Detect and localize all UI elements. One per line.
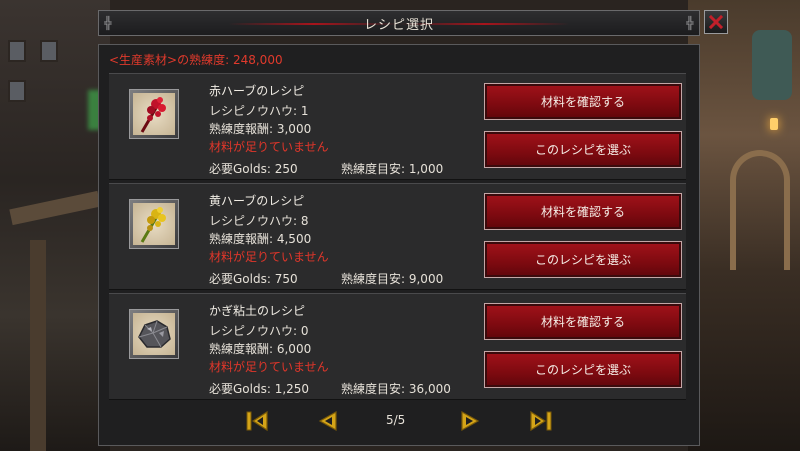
proficiency-label: <生産素材>の熟練度: 248,000 — [109, 53, 283, 67]
corner-ornament-icon: ╬ — [104, 16, 112, 30]
page-indicator: 5/5 — [386, 413, 406, 427]
prev-page-icon — [318, 410, 337, 432]
yellow-herb-icon — [140, 207, 166, 243]
next-page-icon — [461, 410, 480, 432]
red-herb-icon — [140, 97, 166, 133]
recipe-row-red-herb: 赤ハーブのレシピ レシピノウハウ: 1 熟練度報酬: 3,000 材料が足りてい… — [109, 73, 686, 180]
select-recipe-button[interactable]: このレシピを選ぶ — [484, 241, 682, 278]
recipe-golds: 必要Golds: 250 — [209, 162, 298, 176]
background-right-building — [688, 0, 800, 451]
clay-ore-icon — [138, 320, 171, 348]
next-page-button[interactable] — [456, 409, 484, 433]
recipe-row-clay: かぎ粘土のレシピ レシピノウハウ: 0 熟練度報酬: 6,000 材料が足りてい… — [109, 293, 686, 400]
recipe-knowhow: レシピノウハウ: 0 — [209, 324, 309, 338]
recipe-guide: 熟練度目安: 9,000 — [341, 272, 444, 286]
wooden-beam-decoration — [9, 190, 101, 226]
corner-ornament-icon: ╬ — [686, 16, 694, 30]
recipe-reward: 熟練度報酬: 6,000 — [209, 342, 312, 356]
icon-background — [133, 313, 175, 355]
first-page-button[interactable] — [244, 409, 272, 433]
recipe-guide: 熟練度目安: 36,000 — [341, 382, 451, 396]
confirm-materials-button[interactable]: 材料を確認する — [484, 83, 682, 120]
confirm-materials-button[interactable]: 材料を確認する — [484, 193, 682, 230]
recipe-golds: 必要Golds: 750 — [209, 272, 298, 286]
close-button[interactable] — [704, 10, 728, 34]
first-page-icon — [246, 410, 268, 432]
window-decoration — [40, 40, 58, 62]
wooden-post-decoration — [30, 240, 46, 451]
background-left-building — [0, 0, 110, 451]
recipe-golds: 必要Golds: 1,250 — [209, 382, 310, 396]
green-tank-decoration — [752, 30, 792, 100]
pagination-bar: 5/5 — [98, 400, 700, 440]
recipe-reward: 熟練度報酬: 3,000 — [209, 122, 312, 136]
recipe-name: 黄ハーブのレシピ — [209, 194, 305, 208]
recipe-knowhow: レシピノウハウ: 8 — [209, 214, 309, 228]
last-page-icon — [530, 410, 552, 432]
recipe-warning: 材料が足りていません — [209, 360, 329, 374]
icon-background — [133, 93, 175, 135]
recipe-icon-frame — [129, 89, 179, 139]
last-page-button[interactable] — [526, 409, 554, 433]
recipe-warning: 材料が足りていません — [209, 250, 329, 264]
close-icon — [708, 14, 724, 30]
lamp-decoration — [770, 118, 778, 130]
recipe-knowhow: レシピノウハウ: 1 — [209, 104, 309, 118]
arch-decoration — [730, 150, 790, 270]
select-recipe-button[interactable]: このレシピを選ぶ — [484, 351, 682, 388]
confirm-materials-button[interactable]: 材料を確認する — [484, 303, 682, 340]
recipe-guide: 熟練度目安: 1,000 — [341, 162, 444, 176]
prev-page-button[interactable] — [314, 409, 342, 433]
window-decoration — [8, 80, 26, 102]
recipe-icon-frame — [129, 309, 179, 359]
recipe-name: 赤ハーブのレシピ — [209, 84, 305, 98]
icon-background — [133, 203, 175, 245]
recipe-name: かぎ粘土のレシピ — [209, 304, 306, 318]
select-recipe-button[interactable]: このレシピを選ぶ — [484, 131, 682, 168]
recipe-list-panel: <生産素材>の熟練度: 248,000 赤ハーブのレシピ レシピノウハウ: 1 … — [98, 44, 700, 446]
recipe-row-yellow-herb: 黄ハーブのレシピ レシピノウハウ: 8 熟練度報酬: 4,500 材料が足りてい… — [109, 183, 686, 290]
dialog-title-bar: ╬ レシピ選択 ╬ — [98, 10, 700, 36]
recipe-icon-frame — [129, 199, 179, 249]
dialog-title: レシピ選択 — [363, 17, 434, 33]
recipe-reward: 熟練度報酬: 4,500 — [209, 232, 312, 246]
recipe-warning: 材料が足りていません — [209, 140, 329, 154]
window-decoration — [8, 40, 26, 62]
